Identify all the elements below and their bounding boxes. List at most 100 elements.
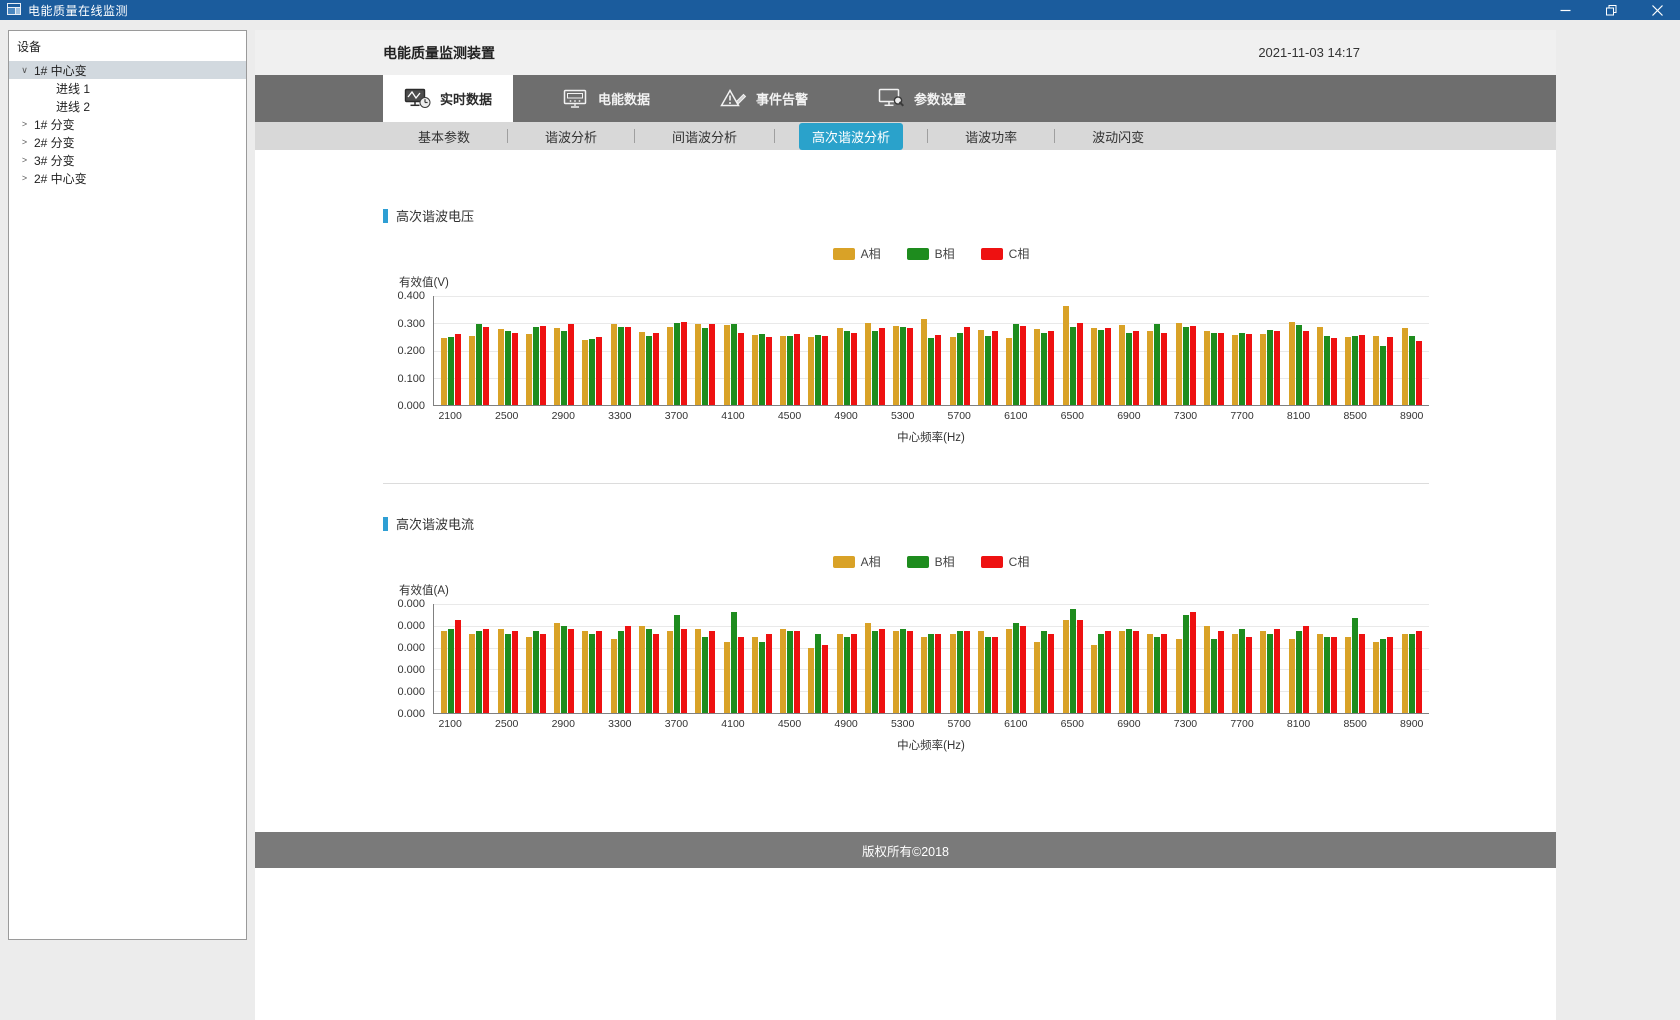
bar-group: [607, 296, 635, 405]
subtab-harmonic-analysis[interactable]: 谐波分析: [532, 123, 610, 150]
bar: [928, 338, 934, 405]
legend-item[interactable]: B相: [907, 553, 955, 570]
legend-item[interactable]: A相: [833, 245, 881, 262]
bar: [1416, 341, 1422, 405]
bar: [653, 333, 659, 405]
bar-group: [635, 296, 663, 405]
subtab-divider: [1054, 129, 1055, 143]
collapsed-chevron-icon[interactable]: >: [17, 137, 32, 147]
bar-group: [635, 604, 663, 713]
legend-swatch: [833, 248, 855, 260]
subtab-harmonic-power[interactable]: 谐波功率: [952, 123, 1030, 150]
bar: [1232, 634, 1238, 713]
x-tick-label: 5300: [889, 718, 917, 732]
tree-item[interactable]: 进线 1: [9, 79, 246, 97]
legend-item[interactable]: C相: [981, 245, 1030, 262]
tab-energy-data[interactable]: 电能数据: [541, 75, 671, 122]
tree-item[interactable]: ∨1# 中心变: [9, 61, 246, 79]
y-tick-label: 0.000: [397, 642, 425, 654]
x-tick-label: [521, 718, 549, 732]
bar: [1020, 626, 1026, 713]
bar: [646, 336, 652, 405]
legend-label: C相: [1009, 245, 1030, 262]
main-content: 电能质量监测装置 2021-11-03 14:17 实时数据电能数据事件告警参数…: [255, 30, 1556, 1020]
bar: [1267, 330, 1273, 405]
subtab-basic-params[interactable]: 基本参数: [405, 123, 483, 150]
tree-item[interactable]: >3# 分变: [9, 151, 246, 169]
bar-group: [974, 296, 1002, 405]
bar-group: [522, 296, 550, 405]
bar: [787, 631, 793, 713]
device-tree: ∨1# 中心变进线 1进线 2>1# 分变>2# 分变>3# 分变>2# 中心变: [9, 61, 246, 187]
minimize-button[interactable]: [1542, 0, 1588, 20]
bar-group: [494, 296, 522, 405]
bar: [1331, 637, 1337, 713]
bar: [653, 634, 659, 713]
bar: [957, 333, 963, 405]
close-button[interactable]: [1634, 0, 1680, 20]
bar: [766, 634, 772, 713]
legend-swatch: [833, 556, 855, 568]
expanded-chevron-icon[interactable]: ∨: [17, 65, 32, 76]
bar-group: [1369, 604, 1397, 713]
section-marker: [383, 517, 388, 531]
bar: [844, 331, 850, 405]
bar: [618, 631, 624, 713]
chart-legend: A相 B相 C相: [433, 553, 1429, 570]
bar-group: [1341, 604, 1369, 713]
bar: [1324, 637, 1330, 713]
x-tick-label: [691, 410, 719, 424]
bar: [738, 333, 744, 405]
legend-label: A相: [861, 553, 881, 570]
tree-item[interactable]: >1# 分变: [9, 115, 246, 133]
bar: [1402, 634, 1408, 713]
bar: [483, 327, 489, 405]
subtab-high-harmonic-analysis[interactable]: 高次谐波分析: [799, 123, 903, 150]
subtab-fluctuation-flicker[interactable]: 波动闪变: [1079, 123, 1157, 150]
bar: [1176, 323, 1182, 405]
x-tick-label: 4900: [832, 410, 860, 424]
bar: [561, 331, 567, 405]
bar: [1006, 338, 1012, 405]
y-axis-ticks: 0.4000.3000.2000.1000.000: [383, 296, 433, 406]
collapsed-chevron-icon[interactable]: >: [17, 119, 32, 129]
bar-group: [748, 296, 776, 405]
tree-item[interactable]: >2# 中心变: [9, 169, 246, 187]
subtab-interharmonic-analysis[interactable]: 间谐波分析: [659, 123, 750, 150]
bar-group: [776, 604, 804, 713]
bar-group: [833, 296, 861, 405]
collapsed-chevron-icon[interactable]: >: [17, 155, 32, 165]
bar: [1041, 631, 1047, 713]
bar: [1274, 629, 1280, 713]
legend-item[interactable]: A相: [833, 553, 881, 570]
legend-swatch: [981, 248, 1003, 260]
page-title: 电能质量监测装置: [383, 43, 495, 63]
legend-item[interactable]: B相: [907, 245, 955, 262]
chart-divider: [383, 483, 1429, 484]
bar: [1013, 324, 1019, 405]
tab-parameter-settings[interactable]: 参数设置: [857, 75, 987, 122]
section-marker: [383, 209, 388, 223]
tab-realtime-data[interactable]: 实时数据: [383, 75, 513, 122]
bar: [1063, 306, 1069, 405]
bar: [476, 324, 482, 405]
tree-item[interactable]: >2# 分变: [9, 133, 246, 151]
y-tick-label: 0.000: [397, 598, 425, 610]
x-tick-label: [1143, 410, 1171, 424]
tree-item[interactable]: 进线 2: [9, 97, 246, 115]
restore-button[interactable]: [1588, 0, 1634, 20]
chart-legend: A相 B相 C相: [433, 245, 1429, 262]
bar-group: [1369, 296, 1397, 405]
legend-swatch: [907, 556, 929, 568]
x-tick-label: 5700: [945, 410, 973, 424]
bar-group: [1228, 296, 1256, 405]
tab-event-alarm[interactable]: 事件告警: [699, 75, 829, 122]
x-tick-label: 4100: [719, 718, 747, 732]
legend-item[interactable]: C相: [981, 553, 1030, 570]
bar: [822, 336, 828, 405]
bar: [1296, 631, 1302, 713]
bar-group: [1059, 604, 1087, 713]
bar-group: [1087, 604, 1115, 713]
bar: [1006, 629, 1012, 713]
collapsed-chevron-icon[interactable]: >: [17, 173, 32, 183]
